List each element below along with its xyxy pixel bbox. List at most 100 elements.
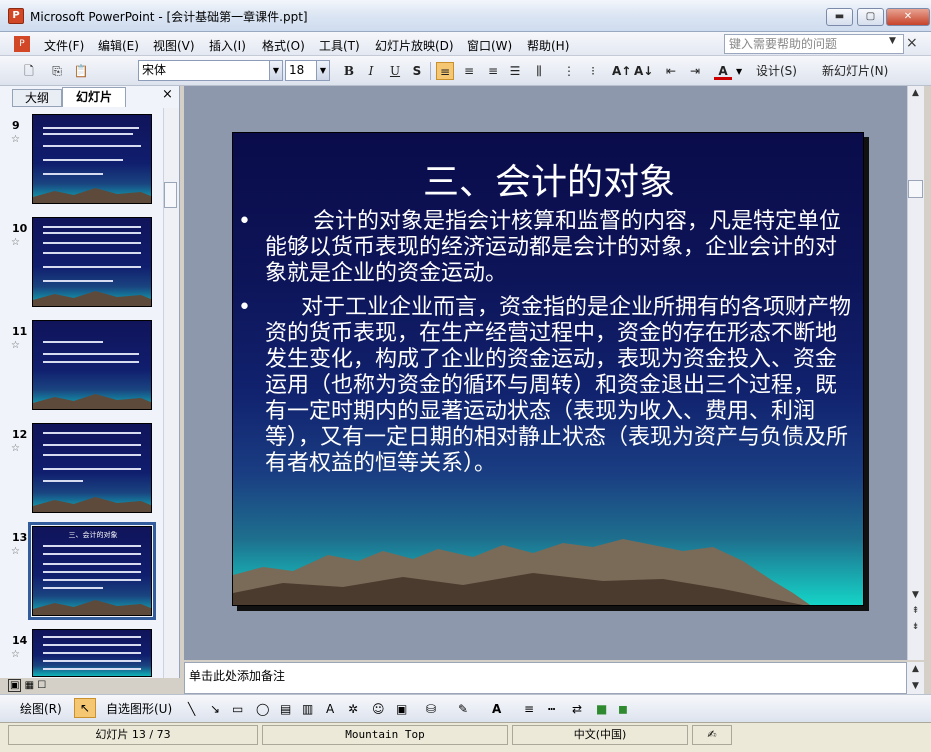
- thumbnail-mountains: [33, 600, 151, 615]
- thumbnail-text-line: [43, 266, 141, 268]
- thumbnail-text-line: [43, 563, 141, 565]
- font-name-dropdown-icon[interactable]: ▼: [269, 60, 283, 81]
- menu-file[interactable]: 文件(F): [44, 37, 84, 54]
- textbox-tool-icon[interactable]: ▤: [280, 700, 291, 718]
- panel-close-button[interactable]: ×: [162, 87, 173, 102]
- bullets-icon[interactable]: ⁝: [584, 62, 602, 80]
- autoshapes-menu-button[interactable]: 自选图形(U): [106, 700, 172, 718]
- thumbnail-text-line: [43, 226, 141, 228]
- align-left-icon[interactable]: ≡: [436, 62, 454, 80]
- new-document-icon[interactable]: 🗋: [20, 62, 38, 80]
- slideshow-icon[interactable]: ☐: [37, 680, 46, 691]
- tab-slides[interactable]: 幻灯片: [62, 87, 126, 107]
- rectangle-tool-icon[interactable]: ▭: [232, 700, 243, 718]
- font-name-select[interactable]: 宋体: [138, 60, 270, 81]
- numbering-icon[interactable]: ⋮: [560, 62, 578, 80]
- text-color-icon[interactable]: A: [492, 700, 501, 718]
- menu-slideshow[interactable]: 幻灯片放映(D): [375, 37, 454, 54]
- thumbnail-text-line: [43, 432, 141, 434]
- fill-color-icon[interactable]: ⛁: [426, 700, 436, 718]
- notes-scrollbar[interactable]: ▲ ▼: [907, 662, 924, 694]
- powerpoint-app-icon[interactable]: P: [8, 8, 24, 24]
- menu-format[interactable]: 格式(O): [262, 37, 305, 54]
- font-color-icon[interactable]: A: [714, 62, 732, 80]
- arrow-tool-icon[interactable]: ↘: [210, 700, 220, 718]
- dash-style-icon[interactable]: ┅: [548, 700, 555, 718]
- maximize-button[interactable]: ▢: [857, 8, 884, 26]
- italic-button[interactable]: I: [362, 62, 380, 80]
- font-color-dropdown-icon[interactable]: ▼: [736, 67, 742, 76]
- notes-pane[interactable]: 单击此处添加备注: [184, 662, 907, 694]
- align-right-icon[interactable]: ≡: [484, 62, 502, 80]
- increase-font-icon[interactable]: A↑: [612, 62, 631, 80]
- slide-canvas[interactable]: 三、会计的对象 • 会计的对象是指会计核算和监督的内容，凡是特定单位能够以货币表…: [232, 132, 864, 606]
- menu-view[interactable]: 视图(V): [153, 37, 195, 54]
- minimize-button[interactable]: ▬: [826, 8, 853, 26]
- distributed-align-icon[interactable]: ⫼: [530, 62, 548, 80]
- shadow-style-icon[interactable]: ■: [596, 700, 607, 718]
- diagram-icon[interactable]: ✲: [348, 700, 358, 718]
- notes-scroll-down-icon[interactable]: ▼: [908, 679, 923, 694]
- slide-paragraph-1[interactable]: 会计的对象是指会计核算和监督的内容，凡是特定单位能够以货币表现的经济运动都是会计…: [265, 209, 855, 287]
- thumbnail-text-line: [43, 159, 123, 161]
- vertical-scroll-thumb[interactable]: [908, 180, 923, 198]
- shadow-button[interactable]: S: [408, 62, 426, 80]
- vertical-textbox-icon[interactable]: ▥: [302, 700, 313, 718]
- scroll-down-icon[interactable]: ▼: [908, 588, 923, 603]
- new-slide-button[interactable]: 新幻灯片(N): [822, 62, 910, 80]
- font-size-select[interactable]: 18: [285, 60, 317, 81]
- slide-sorter-icon[interactable]: ▦: [25, 680, 34, 691]
- menu-help[interactable]: 帮助(H): [527, 37, 569, 54]
- menu-insert[interactable]: 插入(I): [209, 37, 246, 54]
- next-slide-icon[interactable]: ⇟: [908, 620, 923, 635]
- align-center-icon[interactable]: ≡: [460, 62, 478, 80]
- oval-tool-icon[interactable]: ◯: [256, 700, 269, 718]
- slide-thumbnail[interactable]: [32, 217, 152, 307]
- justify-icon[interactable]: ☰: [506, 62, 524, 80]
- help-dropdown-icon[interactable]: ▼: [889, 36, 896, 46]
- design-button[interactable]: 设计(S): [756, 62, 816, 80]
- menu-tools[interactable]: 工具(T): [319, 37, 360, 54]
- picture-icon[interactable]: ▣: [396, 700, 407, 718]
- decrease-font-icon[interactable]: A↓: [634, 62, 653, 80]
- thumbnail-text-line: [43, 145, 141, 147]
- arrow-style-icon[interactable]: ⇄: [572, 700, 582, 718]
- draw-menu-button[interactable]: 绘图(R): [20, 700, 62, 718]
- document-icon[interactable]: P: [14, 36, 30, 52]
- thumbnail-scroll-thumb[interactable]: [164, 182, 177, 208]
- notes-scroll-up-icon[interactable]: ▲: [908, 662, 923, 677]
- slide-thumbnail[interactable]: [32, 114, 152, 204]
- slide-title[interactable]: 三、会计的对象: [233, 153, 863, 205]
- increase-indent-icon[interactable]: ⇥: [686, 62, 704, 80]
- help-search-input[interactable]: 键入需要帮助的问题: [724, 34, 904, 54]
- normal-view-icon[interactable]: ▣: [8, 679, 22, 692]
- slide-thumbnail[interactable]: [32, 423, 152, 513]
- select-pointer-icon[interactable]: ↖: [74, 698, 96, 718]
- document-close-button[interactable]: ×: [906, 35, 918, 51]
- decrease-indent-icon[interactable]: ⇤: [662, 62, 680, 80]
- close-button[interactable]: ✕: [886, 8, 930, 26]
- underline-button[interactable]: U: [386, 62, 404, 80]
- vertical-scrollbar[interactable]: ▲ ▼ ⇞ ⇟: [907, 86, 924, 660]
- thumbnail-mountains: [33, 497, 151, 512]
- slide-thumbnail-selected[interactable]: 三、会计的对象: [28, 522, 156, 620]
- spelling-status-icon[interactable]: ✍: [692, 725, 732, 745]
- line-color-icon[interactable]: ✎: [458, 700, 468, 718]
- copy-icon[interactable]: ⎘: [48, 62, 66, 80]
- slide-paragraph-2[interactable]: 对于工业企业而言，资金指的是企业所拥有的各项财产物资的货币表现，在生产经营过程中…: [265, 295, 855, 477]
- slide-thumbnail[interactable]: [32, 320, 152, 410]
- 3d-style-icon[interactable]: ◼: [618, 700, 628, 718]
- menu-edit[interactable]: 编辑(E): [98, 37, 139, 54]
- line-style-icon[interactable]: ≡: [524, 700, 534, 718]
- bold-button[interactable]: B: [340, 62, 358, 80]
- previous-slide-icon[interactable]: ⇞: [908, 604, 923, 619]
- line-tool-icon[interactable]: ╲: [188, 700, 195, 718]
- clipart-icon[interactable]: ☺: [372, 700, 385, 718]
- slide-thumbnail[interactable]: [32, 629, 152, 677]
- menu-window[interactable]: 窗口(W): [467, 37, 512, 54]
- wordart-icon[interactable]: A: [326, 700, 334, 718]
- font-size-dropdown-icon[interactable]: ▼: [316, 60, 330, 81]
- paste-icon[interactable]: 📋: [72, 62, 90, 80]
- tab-outline[interactable]: 大纲: [12, 89, 62, 107]
- scroll-up-icon[interactable]: ▲: [908, 86, 923, 101]
